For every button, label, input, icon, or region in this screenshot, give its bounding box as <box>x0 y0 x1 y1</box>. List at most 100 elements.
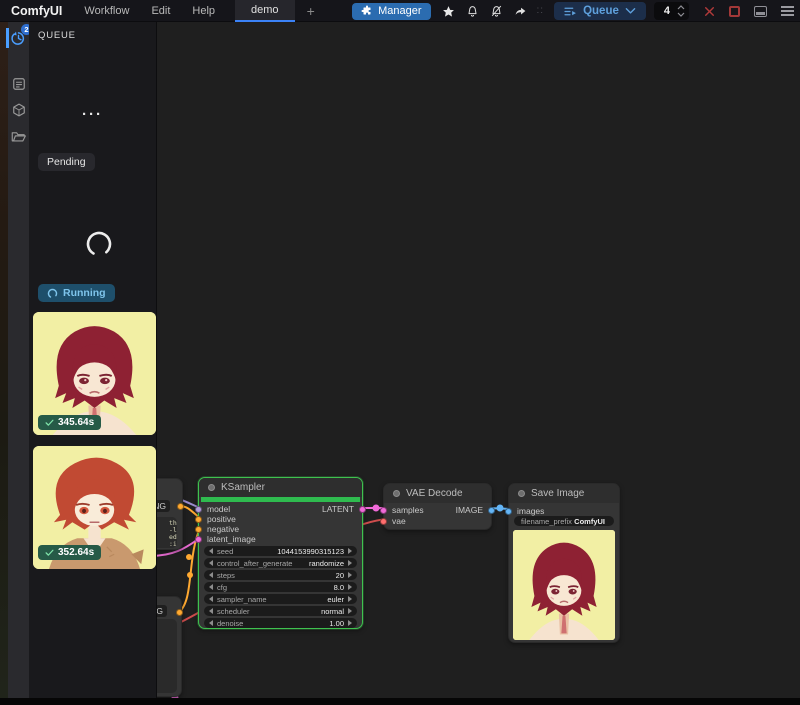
control-after-generate-widget[interactable]: control_after_generate randomize <box>204 558 357 568</box>
conditioning-output-port[interactable] <box>176 609 183 616</box>
run-queue-icon <box>564 6 577 17</box>
widget-value[interactable]: 20 <box>336 571 344 580</box>
sidebar-item-node-log[interactable] <box>8 72 29 96</box>
negative-port[interactable] <box>195 526 202 533</box>
widget-value[interactable]: 8.0 <box>334 583 344 592</box>
decrement-icon[interactable] <box>209 620 213 626</box>
sampler-name-widget[interactable]: sampler_name euler <box>204 594 357 604</box>
save-image-node[interactable]: Save Image images filename_prefix ComfyU… <box>508 483 620 643</box>
widget-label: seed <box>217 547 233 556</box>
duration-text: 345.64s <box>58 417 94 428</box>
samples-port[interactable] <box>380 507 387 514</box>
port-label: vae <box>392 516 406 526</box>
latent-output-port[interactable] <box>359 506 366 513</box>
queue-button-label: Queue <box>583 5 619 17</box>
sidebar-item-model-library[interactable] <box>8 98 29 122</box>
output-latent[interactable]: LATENT <box>322 504 366 514</box>
port-label: images <box>517 506 544 516</box>
pending-text: Pending <box>47 156 86 168</box>
batch-count-input[interactable]: 4 <box>654 2 689 20</box>
input-vae[interactable]: vae <box>380 516 406 526</box>
node-collapse-dot[interactable] <box>208 484 215 491</box>
workflow-tab-demo[interactable]: demo <box>235 0 295 22</box>
widget-value[interactable]: 1044153990315123 <box>277 547 344 556</box>
increment-icon[interactable] <box>348 584 352 590</box>
clear-queue-icon[interactable] <box>729 6 740 17</box>
ksampler-node[interactable]: KSampler model positive negative latent_… <box>198 477 363 629</box>
increment-icon[interactable] <box>348 608 352 614</box>
increment-icon[interactable] <box>348 596 352 602</box>
cfg-widget[interactable]: cfg 8.0 <box>204 582 357 592</box>
model-port[interactable] <box>195 506 202 513</box>
sidebar-item-workflows[interactable] <box>8 124 29 148</box>
widget-value[interactable]: normal <box>321 607 344 616</box>
loading-spinner-icon <box>84 229 114 259</box>
widget-value[interactable]: ComfyUI <box>574 517 605 526</box>
node-collapse-dot[interactable] <box>518 490 525 497</box>
ksampler-header[interactable]: KSampler <box>199 478 362 497</box>
input-samples[interactable]: samples <box>380 505 424 515</box>
node-log-icon <box>12 77 26 91</box>
queue-overflow-menu[interactable]: ··· <box>29 106 156 123</box>
decrement-icon[interactable] <box>677 12 685 17</box>
node-collapse-dot[interactable] <box>393 490 400 497</box>
menu-edit[interactable]: Edit <box>151 5 170 17</box>
widget-value[interactable]: randomize <box>309 559 344 568</box>
decrement-icon[interactable] <box>209 584 213 590</box>
latent-image-port[interactable] <box>195 536 202 543</box>
input-images[interactable]: images <box>505 506 544 516</box>
port-label: model <box>207 504 230 514</box>
increment-icon[interactable] <box>677 5 685 10</box>
seed-widget[interactable]: seed 1044153990315123 <box>204 546 357 556</box>
conditioning-output-port[interactable] <box>177 503 184 510</box>
filename-prefix-widget[interactable]: filename_prefix ComfyUI <box>514 516 614 526</box>
drag-handle[interactable]: :: <box>537 8 545 14</box>
increment-icon[interactable] <box>348 620 352 626</box>
scheduler-widget[interactable]: scheduler normal <box>204 606 357 616</box>
window-bottom-edge <box>0 698 800 705</box>
bell-slash-icon[interactable] <box>490 5 503 18</box>
increment-icon[interactable] <box>348 548 352 554</box>
share-icon[interactable] <box>514 5 527 18</box>
new-workflow-button[interactable]: + <box>307 3 315 19</box>
decrement-icon[interactable] <box>209 560 213 566</box>
steps-widget[interactable]: steps 20 <box>204 570 357 580</box>
star-icon[interactable] <box>442 5 455 18</box>
menu-help[interactable]: Help <box>192 5 215 17</box>
decrement-icon[interactable] <box>209 608 213 614</box>
app-logo[interactable]: ComfyUI <box>11 4 62 18</box>
widget-value[interactable]: euler <box>327 595 344 604</box>
queue-run-button[interactable]: Queue <box>554 2 646 20</box>
vae-decode-node[interactable]: VAE Decode samples vae IMAGE <box>383 483 492 530</box>
cancel-run-icon[interactable] <box>703 5 716 18</box>
save-image-preview[interactable] <box>513 530 615 640</box>
decrement-icon[interactable] <box>209 596 213 602</box>
increment-icon[interactable] <box>348 572 352 578</box>
input-model[interactable]: model <box>195 504 230 514</box>
image-output-port[interactable] <box>488 507 495 514</box>
decrement-icon[interactable] <box>209 548 213 554</box>
bell-icon[interactable] <box>466 5 479 18</box>
bottom-panel-toggle-icon[interactable] <box>754 6 767 17</box>
widget-value[interactable]: 1.00 <box>329 619 344 628</box>
input-negative[interactable]: negative <box>195 524 239 534</box>
queue-panel: QUEUE ··· Pending Running 345.64s <box>29 22 157 698</box>
sidebar-item-queue[interactable]: 2 <box>8 26 29 50</box>
menu-workflow[interactable]: Workflow <box>84 5 129 17</box>
increment-icon[interactable] <box>348 560 352 566</box>
running-section-label: Running <box>38 284 115 302</box>
positive-port[interactable] <box>195 516 202 523</box>
vae-decode-header[interactable]: VAE Decode <box>384 484 491 503</box>
denoise-widget[interactable]: denoise 1.00 <box>204 618 357 628</box>
decrement-icon[interactable] <box>209 572 213 578</box>
output-image[interactable]: IMAGE <box>456 505 495 515</box>
manager-button[interactable]: Manager <box>352 3 430 20</box>
pending-section-label: Pending <box>38 153 95 171</box>
vae-port[interactable] <box>380 518 387 525</box>
input-positive[interactable]: positive <box>195 514 236 524</box>
images-port[interactable] <box>505 508 512 515</box>
input-latent-image[interactable]: latent_image <box>195 534 256 544</box>
hamburger-menu-icon[interactable] <box>781 4 794 18</box>
save-image-header[interactable]: Save Image <box>509 484 619 503</box>
puzzle-icon <box>361 5 373 17</box>
